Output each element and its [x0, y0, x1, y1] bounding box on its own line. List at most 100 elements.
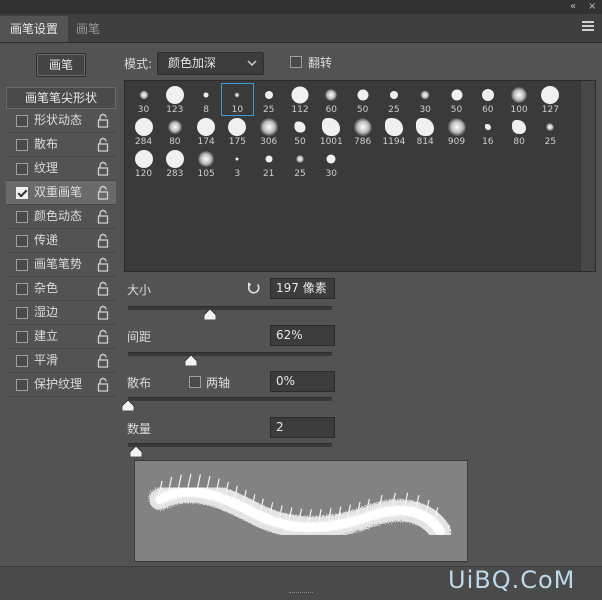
- brush-tip-thumbnail: [264, 91, 273, 99]
- brush-tip-cell[interactable]: 25: [285, 148, 316, 179]
- brush-option-checkbox[interactable]: [16, 139, 28, 151]
- lock-icon[interactable]: [96, 161, 110, 176]
- brush-tip-cell[interactable]: 175: [222, 116, 253, 147]
- brush-option-checkbox[interactable]: [16, 259, 28, 271]
- spacing-field[interactable]: 62%: [270, 325, 335, 346]
- brush-tip-cell[interactable]: 786: [347, 116, 378, 147]
- brush-tip-cell[interactable]: 100: [504, 84, 535, 115]
- count-field[interactable]: 2: [270, 417, 335, 438]
- scatter-slider[interactable]: [128, 397, 332, 401]
- brush-tip-cell[interactable]: 909: [441, 116, 472, 147]
- brush-tip-cell[interactable]: 25: [253, 84, 284, 115]
- brush-tip-cell[interactable]: 283: [159, 148, 190, 179]
- brush-tip-cell[interactable]: 1001: [316, 116, 347, 147]
- brush-tip-cell[interactable]: 8: [191, 84, 222, 115]
- brush-tip-cell[interactable]: 30: [410, 84, 441, 115]
- brush-option-item[interactable]: 纹理: [6, 157, 116, 181]
- brush-tip-cell[interactable]: 25: [535, 116, 566, 147]
- brush-tip-cell[interactable]: 1194: [378, 116, 409, 147]
- lock-icon[interactable]: [96, 257, 110, 272]
- brush-tip-cell[interactable]: 80: [504, 116, 535, 147]
- lock-icon[interactable]: [96, 305, 110, 320]
- brush-option-checkbox[interactable]: [16, 163, 28, 175]
- brush-tip-cell[interactable]: 112: [285, 84, 316, 115]
- brush-option-checkbox[interactable]: [16, 355, 28, 367]
- brush-tip-thumbnail: [353, 118, 372, 136]
- brush-button[interactable]: 画笔: [36, 53, 86, 77]
- spacing-slider[interactable]: [128, 352, 332, 356]
- brush-tip-cell[interactable]: 10: [220, 83, 254, 116]
- brush-tip-cell[interactable]: 814: [410, 116, 441, 147]
- brush-tip-cell[interactable]: 80: [159, 116, 190, 147]
- brush-tip-cell[interactable]: 50: [285, 116, 316, 147]
- both-axes-checkbox[interactable]: [189, 376, 201, 388]
- brush-option-item[interactable]: 杂色: [6, 277, 116, 301]
- tab-brushes[interactable]: 画笔: [66, 16, 110, 42]
- brush-tip-cell[interactable]: 25: [378, 84, 409, 115]
- brush-tip-grid-scrollbar[interactable]: [581, 81, 595, 271]
- mode-select[interactable]: 颜色加深: [157, 52, 264, 75]
- size-field[interactable]: 197 像素: [270, 278, 335, 299]
- brush-option-checkbox[interactable]: [16, 307, 28, 319]
- brush-tip-cell[interactable]: 174: [191, 116, 222, 147]
- brush-option-item[interactable]: 颜色动态: [6, 205, 116, 229]
- count-slider[interactable]: [128, 443, 332, 447]
- flip-checkbox[interactable]: [290, 56, 302, 68]
- brush-option-item[interactable]: 双重画笔: [6, 181, 116, 205]
- tab-brush-settings[interactable]: 画笔设置: [0, 16, 69, 42]
- brush-option-item[interactable]: 平滑: [6, 349, 116, 373]
- panel-menu-icon[interactable]: [582, 19, 594, 33]
- brush-tip-cell[interactable]: 50: [441, 84, 472, 115]
- lock-icon[interactable]: [96, 113, 110, 128]
- lock-icon[interactable]: [96, 233, 110, 248]
- reset-size-icon[interactable]: [246, 279, 262, 295]
- brush-tip-thumbnail: [481, 89, 494, 101]
- brush-option-checkbox[interactable]: [16, 211, 28, 223]
- brush-tip-cell[interactable]: 60: [472, 84, 503, 115]
- brush-tip-cell[interactable]: 123: [159, 84, 190, 115]
- brush-option-item[interactable]: 散布: [6, 133, 116, 157]
- brush-option-item[interactable]: 传递: [6, 229, 116, 253]
- lock-icon[interactable]: [96, 353, 110, 368]
- brush-tip-cell[interactable]: 284: [128, 116, 159, 147]
- close-panel-button[interactable]: ×: [588, 0, 596, 14]
- brush-option-item[interactable]: 湿边: [6, 301, 116, 325]
- brush-tip-shape-item[interactable]: 画笔笔尖形状: [6, 87, 116, 109]
- brush-tip-cell[interactable]: 30: [128, 84, 159, 115]
- brush-option-checkbox[interactable]: [16, 331, 28, 343]
- brush-tip-cell[interactable]: 50: [347, 84, 378, 115]
- lock-icon[interactable]: [96, 137, 110, 152]
- brush-tip-thumbnail: [165, 86, 184, 104]
- brush-option-checkbox[interactable]: [16, 235, 28, 247]
- brush-tip-size: 123: [166, 105, 184, 115]
- resize-grip[interactable]: [289, 592, 313, 596]
- brush-tip-cell[interactable]: 16: [472, 116, 503, 147]
- collapse-panel-button[interactable]: «: [570, 0, 576, 14]
- brush-tip-cell[interactable]: 30: [316, 148, 347, 179]
- brush-option-item[interactable]: 保护纹理: [6, 373, 116, 397]
- brush-option-label: 湿边: [34, 305, 59, 319]
- brush-tip-cell[interactable]: 306: [253, 116, 284, 147]
- brush-option-checkbox[interactable]: [16, 379, 28, 391]
- brush-option-item[interactable]: 画笔笔势: [6, 253, 116, 277]
- size-slider[interactable]: [128, 306, 332, 310]
- lock-icon[interactable]: [96, 377, 110, 392]
- scatter-field[interactable]: 0%: [270, 371, 335, 392]
- brush-option-checkbox[interactable]: [16, 283, 28, 295]
- lock-icon[interactable]: [96, 281, 110, 296]
- brush-tip-cell[interactable]: 120: [128, 148, 159, 179]
- lock-icon[interactable]: [96, 185, 110, 200]
- brush-tip-cell[interactable]: 3: [222, 148, 253, 179]
- brush-tip-cell[interactable]: 21: [253, 148, 284, 179]
- brush-option-label: 形状动态: [34, 113, 83, 127]
- brush-option-checkbox[interactable]: [16, 115, 28, 127]
- brush-tip-thumbnail: [134, 150, 153, 168]
- brush-option-item[interactable]: 形状动态: [6, 109, 116, 133]
- brush-tip-cell[interactable]: 105: [191, 148, 222, 179]
- brush-option-checkbox[interactable]: [16, 187, 28, 199]
- brush-option-item[interactable]: 建立: [6, 325, 116, 349]
- lock-icon[interactable]: [96, 329, 110, 344]
- brush-tip-cell[interactable]: 127: [535, 84, 566, 115]
- lock-icon[interactable]: [96, 209, 110, 224]
- brush-tip-cell[interactable]: 60: [316, 84, 347, 115]
